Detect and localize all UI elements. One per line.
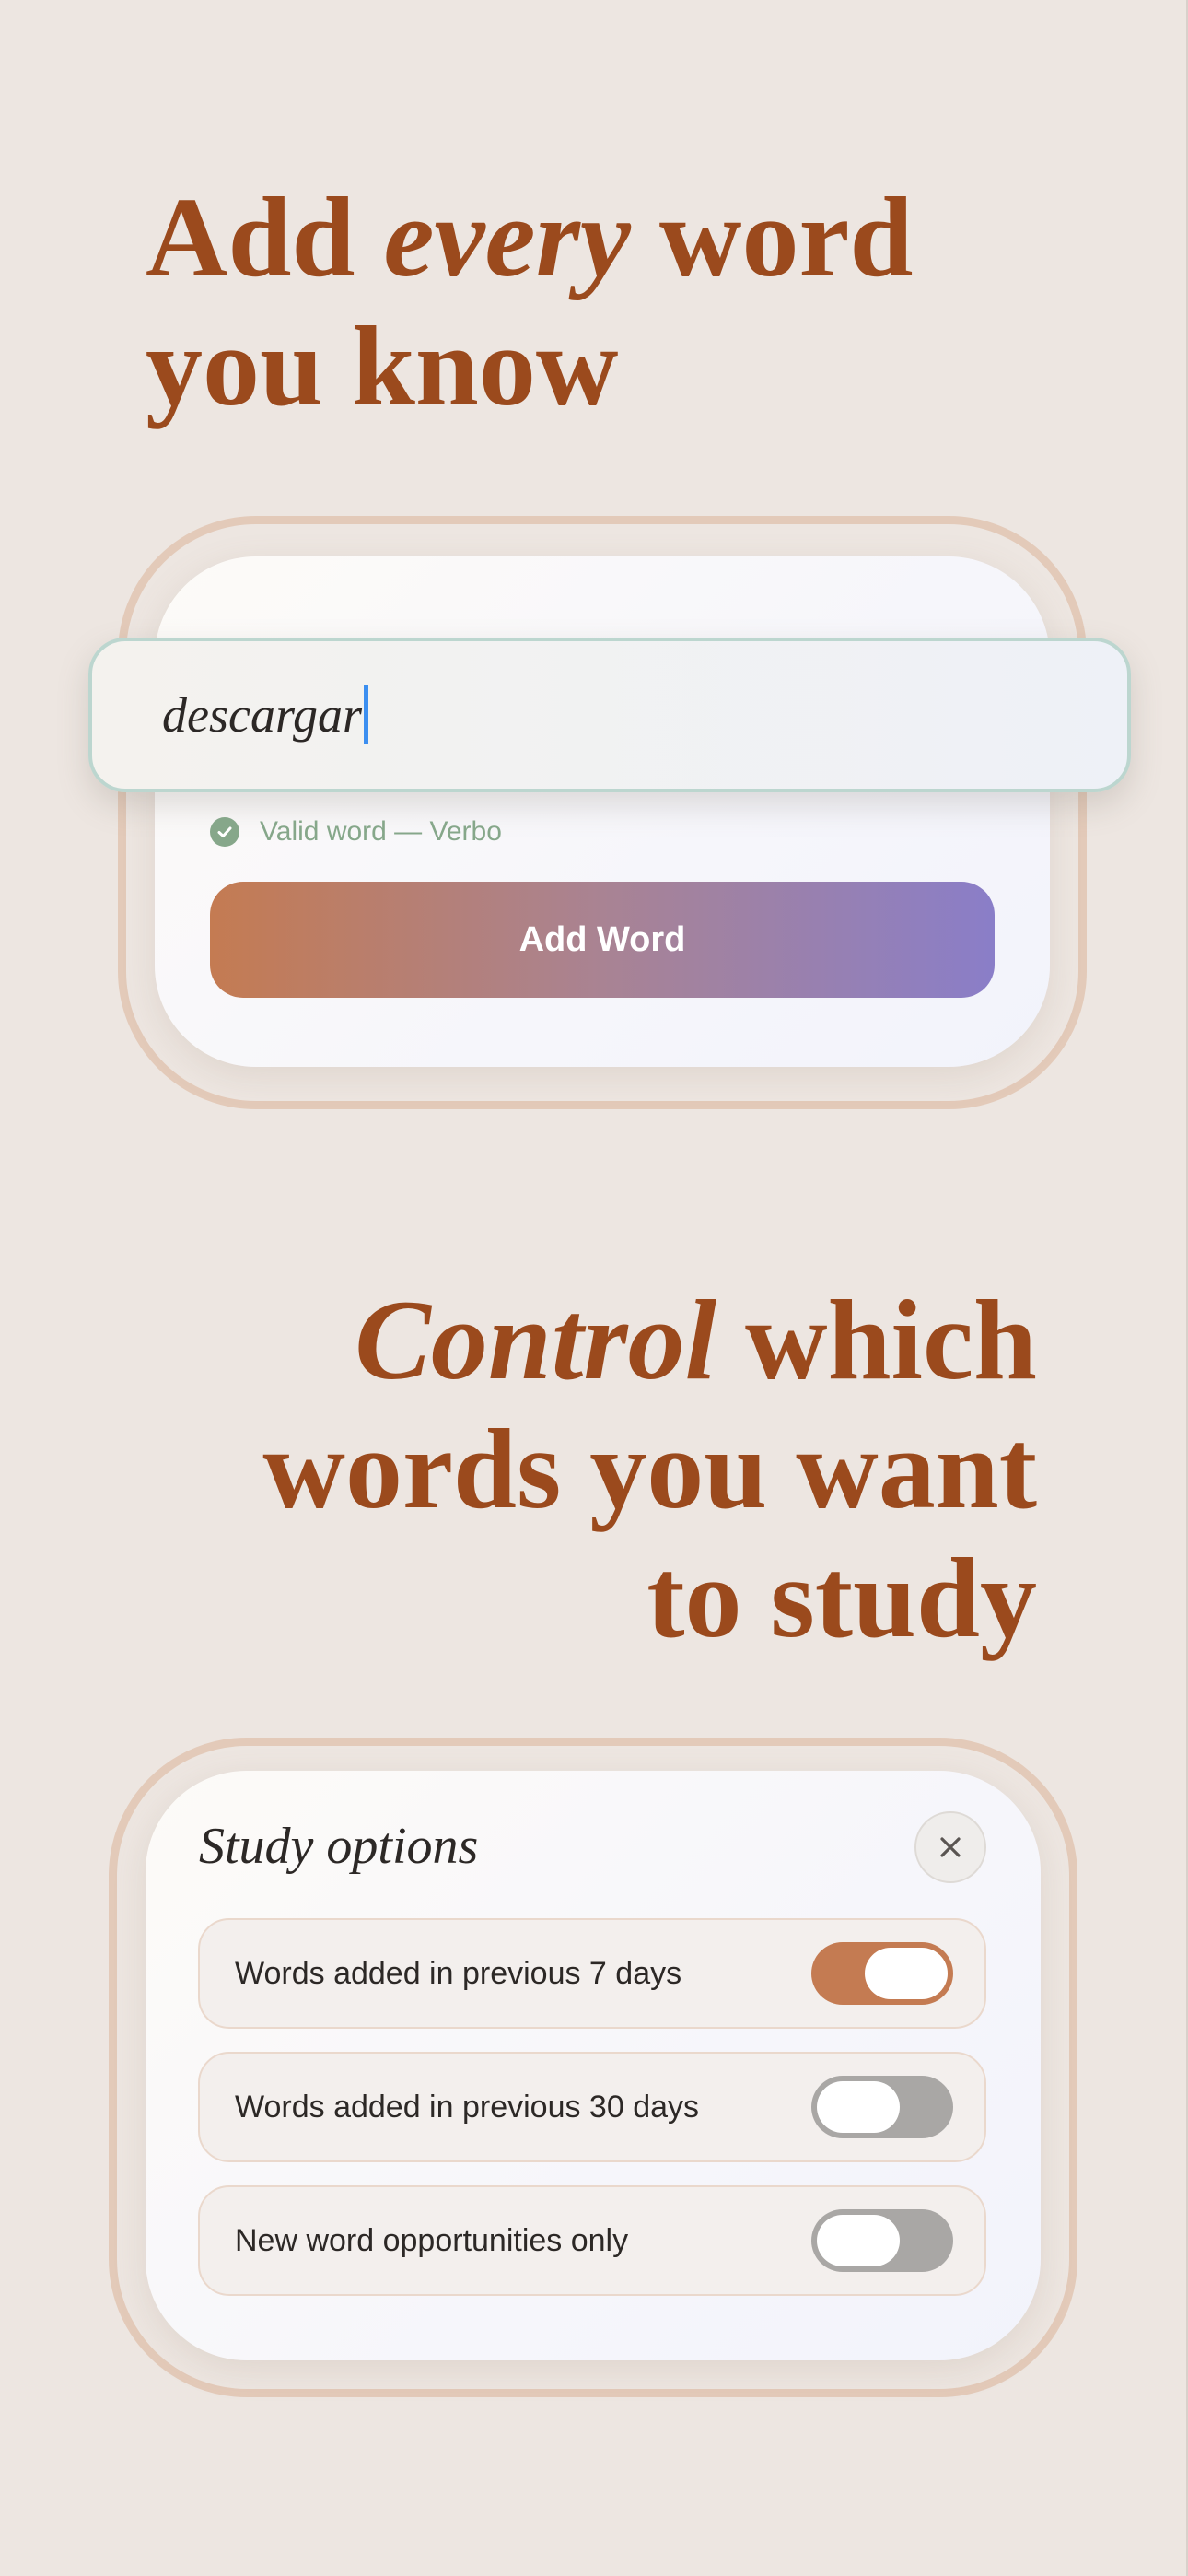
validation-text: Valid word — Verbo — [260, 816, 502, 847]
close-button[interactable] — [914, 1811, 986, 1883]
study-option-label: Words added in previous 30 days — [235, 2089, 700, 2125]
headline-1-emphasis: every — [383, 174, 631, 300]
headline-1-line-1: Add every word — [146, 173, 1066, 302]
toggle-previous-7-days[interactable] — [811, 1942, 953, 2005]
study-option-new-word-opportunities[interactable]: New word opportunities only — [198, 2185, 986, 2296]
headline-control-words: Control which words you want to study — [98, 1276, 1037, 1663]
toggle-knob — [865, 1948, 948, 1999]
headline-1-text: Add — [146, 174, 384, 300]
headline-2-line-1: Control which — [98, 1276, 1037, 1405]
toggle-knob — [817, 2081, 900, 2133]
headline-2-line-2: words you want — [262, 1406, 1037, 1532]
headline-2-line-3: to study — [646, 1535, 1037, 1661]
study-option-previous-7-days[interactable]: Words added in previous 7 days — [198, 1918, 986, 2029]
word-input-value: descargar — [162, 687, 362, 743]
headline-add-every-word: Add every word you know — [146, 173, 1066, 431]
headline-2-emphasis: Control — [355, 1277, 717, 1403]
close-icon — [940, 1837, 961, 1857]
add-word-button[interactable]: Add Word — [210, 882, 995, 998]
toggle-knob — [817, 2215, 900, 2266]
headline-1-text: word — [630, 174, 914, 300]
headline-2-text: which — [716, 1277, 1037, 1403]
toggle-new-word-opportunities[interactable] — [811, 2209, 953, 2272]
check-icon — [210, 817, 239, 847]
toggle-previous-30-days[interactable] — [811, 2076, 953, 2138]
study-option-previous-30-days[interactable]: Words added in previous 30 days — [198, 2052, 986, 2162]
validation-status: Valid word — Verbo — [210, 816, 502, 848]
headline-1-line-2: you know — [146, 303, 619, 429]
text-caret — [363, 685, 368, 744]
study-option-label: Words added in previous 7 days — [235, 1955, 682, 1991]
word-input[interactable]: descargar — [88, 638, 1131, 792]
study-option-label: New word opportunities only — [235, 2222, 629, 2258]
study-options-title: Study options — [199, 1818, 479, 1875]
